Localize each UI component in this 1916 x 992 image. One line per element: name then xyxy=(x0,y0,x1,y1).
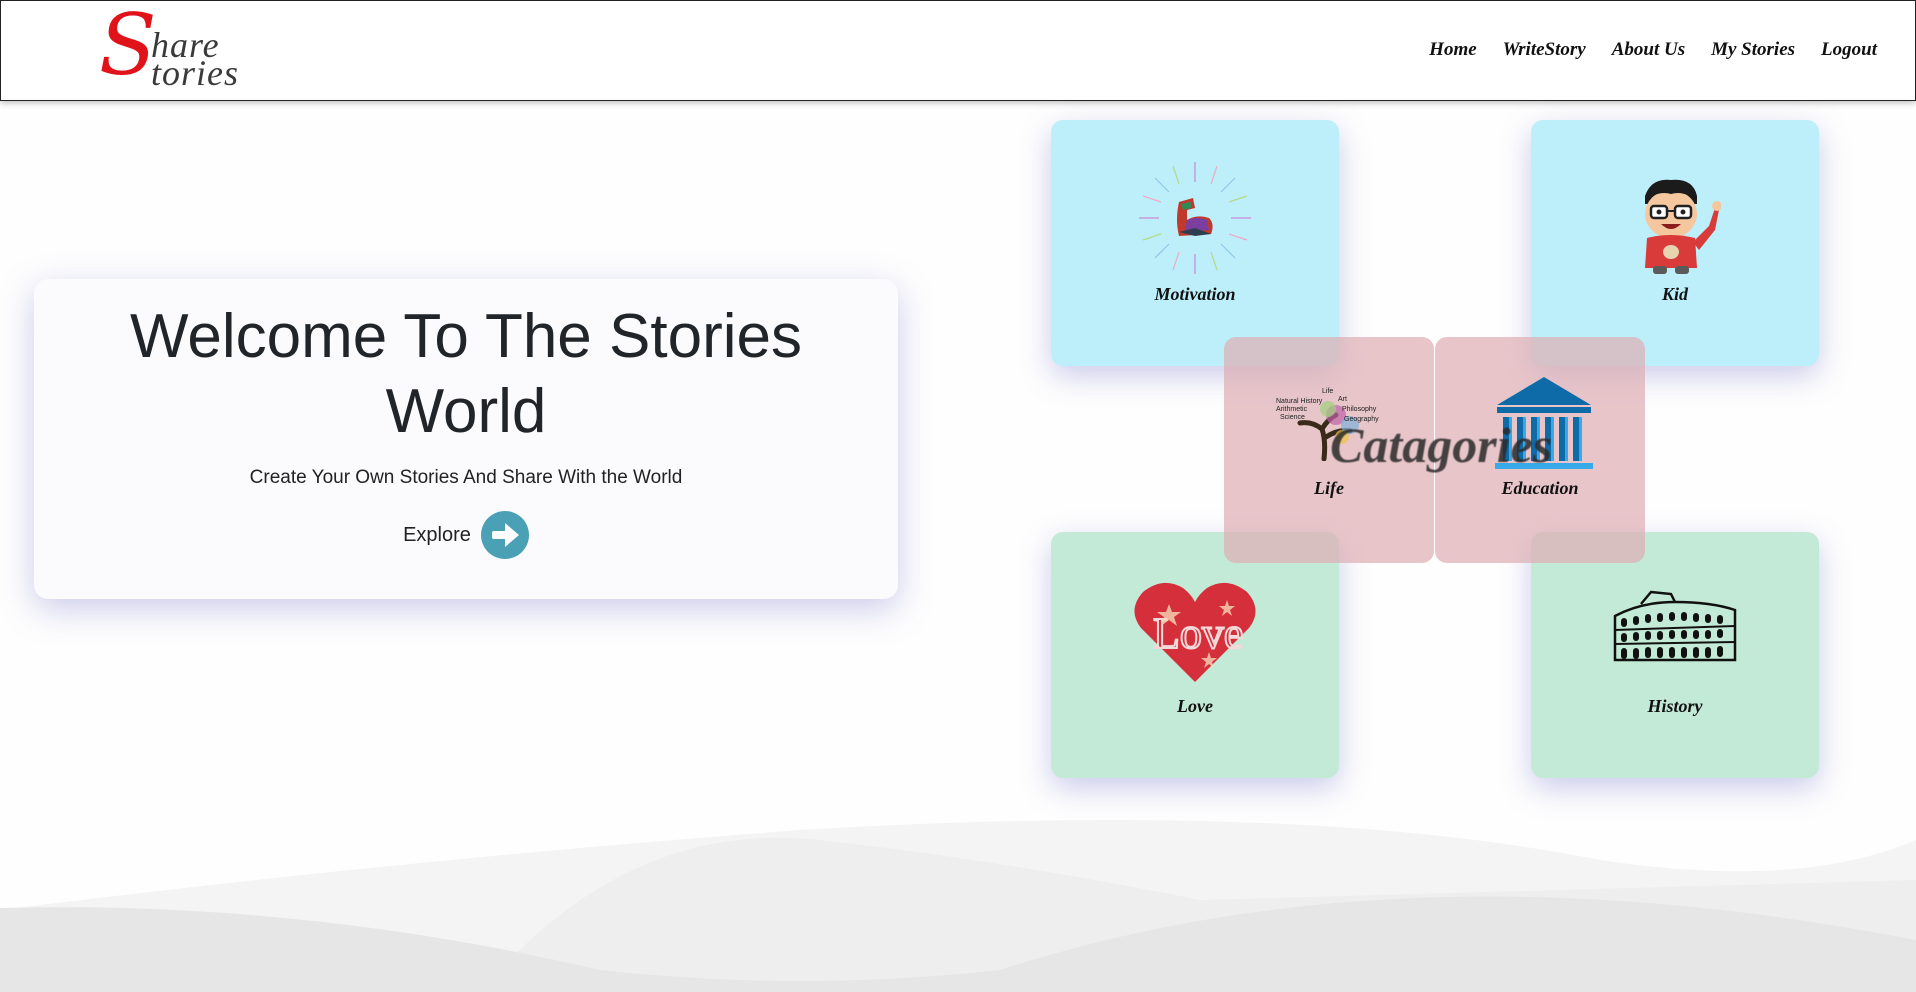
life-word-0: Life xyxy=(1322,388,1333,395)
colosseum-icon xyxy=(1613,590,1737,662)
category-card-life[interactable]: Life Natural History Art Arithmetic Phil… xyxy=(1224,337,1434,563)
background-waves xyxy=(0,820,1916,992)
nav-menu: Home WriteStory About Us My Stories Logo… xyxy=(1429,39,1877,61)
cartoon-kid-icon xyxy=(1645,179,1721,274)
heart-icon: Love xyxy=(1134,582,1256,682)
tree-of-knowledge-icon: Life Natural History Art Arithmetic Phil… xyxy=(1276,388,1379,461)
life-word-6: Geography xyxy=(1344,416,1379,423)
category-title-kid: Kid xyxy=(1661,284,1688,304)
hero-title: Welcome To The Stories World xyxy=(130,302,802,446)
category-card-education[interactable]: Education xyxy=(1435,337,1645,563)
arrow-right-icon[interactable] xyxy=(480,511,529,559)
explore-button[interactable]: Explore xyxy=(403,511,529,559)
category-card-history[interactable]: History xyxy=(1531,532,1819,778)
category-title-life: Life xyxy=(1314,478,1344,498)
life-word-1: Natural History xyxy=(1276,398,1323,405)
category-title-education: Education xyxy=(1501,478,1579,498)
life-word-2: Art xyxy=(1338,396,1347,403)
institution-building-icon xyxy=(1495,377,1593,469)
share-stories-logo[interactable]: S hare tories xyxy=(99,3,259,93)
flexed-arm-icon xyxy=(1139,162,1251,274)
nav-writestory[interactable]: WriteStory xyxy=(1503,39,1586,61)
nav-about-us[interactable]: About Us xyxy=(1612,39,1685,61)
category-title-motivation: Motivation xyxy=(1154,284,1236,304)
category-card-motivation[interactable]: Motivation xyxy=(1051,120,1339,366)
hero-subtitle: Create Your Own Stories And Share With t… xyxy=(249,467,683,488)
nav-my-stories[interactable]: My Stories xyxy=(1711,39,1795,61)
category-title-history: History xyxy=(1647,696,1703,716)
life-word-4: Philosophy xyxy=(1342,406,1377,413)
logo-letter-s: S xyxy=(99,0,157,94)
category-title-love: Love xyxy=(1177,696,1213,716)
explore-label: Explore xyxy=(403,523,471,546)
welcome-card: Welcome To The Stories World Create Your… xyxy=(34,279,898,599)
life-word-3: Arithmetic xyxy=(1276,406,1308,413)
category-card-love[interactable]: Love Love xyxy=(1051,532,1339,778)
nav-home[interactable]: Home xyxy=(1429,39,1477,61)
navbar: S hare tories Home WriteStory About Us M… xyxy=(0,0,1916,101)
logo-line2: tories xyxy=(151,53,240,93)
life-word-5: Science xyxy=(1280,414,1305,421)
category-card-kid[interactable]: Kid xyxy=(1531,120,1819,366)
nav-logout[interactable]: Logout xyxy=(1821,39,1877,61)
